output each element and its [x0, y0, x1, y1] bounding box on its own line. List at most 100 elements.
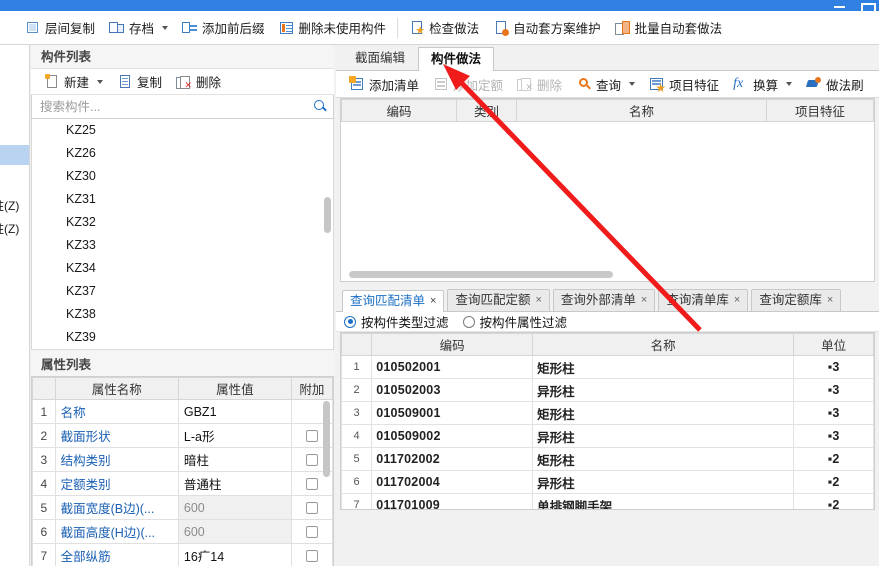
- new-component-button[interactable]: 新建: [37, 69, 110, 95]
- copy-component-button[interactable]: 复制: [110, 69, 169, 95]
- close-icon[interactable]: ×: [430, 291, 436, 312]
- query-tab-match-list[interactable]: 查询匹配清单 ×: [342, 290, 445, 312]
- ribbon-item-check-method[interactable]: ★ 检查做法: [402, 15, 486, 41]
- property-value[interactable]: L-a形: [177, 423, 292, 448]
- chevron-down-icon[interactable]: [97, 79, 104, 84]
- chevron-down-icon[interactable]: [162, 25, 169, 30]
- list-item[interactable]: KZ30: [32, 165, 333, 188]
- query-tab-list-library[interactable]: 查询清单库 ×: [658, 289, 749, 311]
- component-method-hscrollbar[interactable]: [349, 271, 613, 278]
- close-icon[interactable]: ×: [827, 290, 833, 311]
- list-item[interactable]: KZ26: [32, 142, 333, 165]
- property-value[interactable]: 600: [177, 519, 292, 544]
- component-list-title: 构件列表: [31, 45, 334, 69]
- attach-checkbox[interactable]: [305, 430, 318, 443]
- table-row[interactable]: 1 名称 GBZ1: [32, 399, 333, 424]
- list-item[interactable]: KZ39: [32, 326, 333, 349]
- table-row[interactable]: 5 截面宽度(B边)(... 600: [32, 495, 333, 520]
- ribbon-item-auto-scheme-maintain[interactable]: 自动套方案维护: [486, 15, 608, 41]
- row-code: 010502001: [371, 355, 534, 379]
- close-icon[interactable]: ×: [734, 290, 740, 311]
- table-row[interactable]: 4 定额类别 普通柱: [32, 471, 333, 496]
- search-input[interactable]: [38, 98, 314, 115]
- property-list[interactable]: 属性名称 属性值 附加 1 名称 GBZ1 2 截面形状 L-a形 3 结构类别…: [31, 376, 334, 566]
- tab-component-method[interactable]: 构件做法: [418, 47, 495, 71]
- delete-component-button[interactable]: ✕ 删除: [169, 69, 228, 95]
- col-header-name: 名称: [516, 99, 767, 122]
- table-row[interactable]: 1 010502001 矩形柱 ▪3: [341, 355, 874, 379]
- tab-section-edit[interactable]: 截面编辑: [342, 46, 418, 70]
- attach-checkbox[interactable]: [305, 526, 318, 539]
- table-row[interactable]: 7 011701009 单排钢脚手架 ▪2: [341, 493, 874, 509]
- ribbon-item-copy-between-floors[interactable]: 层间复制: [18, 15, 102, 41]
- table-row[interactable]: 6 截面高度(H边)(... 600: [32, 519, 333, 544]
- property-value[interactable]: 600: [177, 495, 292, 520]
- radio-label: 按构件类型过滤: [361, 316, 449, 330]
- table-row[interactable]: 4 010509002 异形柱 ▪3: [341, 424, 874, 448]
- table-row[interactable]: 3 结构类别 暗柱: [32, 447, 333, 472]
- ribbon-item-delete-unused[interactable]: 删除未使用构件: [272, 15, 394, 41]
- property-value[interactable]: 普通柱: [177, 471, 292, 496]
- navigation-tree-strip[interactable]: 柱(Z) 柱(Z): [0, 45, 30, 566]
- query-button[interactable]: 查询: [569, 71, 642, 97]
- attach-checkbox[interactable]: [305, 550, 318, 563]
- add-list-button[interactable]: 添加清单: [342, 71, 426, 97]
- ribbon-item-archive[interactable]: 存档: [102, 15, 175, 41]
- list-item[interactable]: KZ33: [32, 234, 333, 257]
- search-icon[interactable]: [314, 100, 327, 113]
- project-feature-button[interactable]: ★ 项目特征: [642, 71, 726, 97]
- property-value[interactable]: 16⽧14: [177, 543, 292, 566]
- chevron-down-icon[interactable]: [786, 82, 793, 86]
- chevron-down-icon[interactable]: [629, 82, 636, 86]
- table-row[interactable]: 5 011702002 矩形柱 ▪2: [341, 447, 874, 471]
- list-item[interactable]: KZ37: [32, 280, 333, 303]
- list-item[interactable]: KZ31: [32, 188, 333, 211]
- maximize-button[interactable]: [860, 1, 876, 15]
- ribbon-item-batch-auto-method[interactable]: 批量自动套做法: [608, 15, 730, 41]
- query-tab-match-quota[interactable]: 查询匹配定额 ×: [447, 289, 550, 311]
- attach-checkbox[interactable]: [305, 502, 318, 515]
- table-row[interactable]: 7 全部纵筋 16⽧14: [32, 543, 333, 566]
- search-component-box[interactable]: [31, 95, 334, 119]
- close-icon[interactable]: ×: [641, 290, 647, 311]
- component-method-grid[interactable]: 编码 类别 名称 项目特征: [340, 98, 875, 282]
- list-item[interactable]: KZ34: [32, 257, 333, 280]
- query-result-table: 编码 名称 单位 1 010502001 矩形柱 ▪3 2 010502003: [341, 333, 874, 509]
- table-row[interactable]: 2 010502003 异形柱 ▪3: [341, 378, 874, 402]
- list-item[interactable]: KZ38: [32, 303, 333, 326]
- query-tab-external-list[interactable]: 查询外部清单 ×: [552, 289, 656, 311]
- row-code: 010509002: [371, 424, 534, 448]
- minimize-button[interactable]: [833, 1, 846, 11]
- property-value[interactable]: 暗柱: [177, 447, 292, 472]
- table-header-row: 编码 名称 单位: [341, 333, 874, 356]
- tree-item[interactable]: 柱(Z): [0, 220, 19, 237]
- component-list-scrollbar[interactable]: [324, 197, 331, 233]
- convert-button[interactable]: fx 换算: [726, 71, 799, 97]
- attach-checkbox[interactable]: [305, 454, 318, 467]
- ribbon-item-add-affix[interactable]: 添加前后缀: [175, 15, 272, 41]
- table-row[interactable]: 3 010509001 矩形柱 ▪3: [341, 401, 874, 425]
- property-list-scrollbar[interactable]: [323, 401, 330, 477]
- close-icon[interactable]: ×: [535, 290, 541, 311]
- component-list[interactable]: KZ25 KZ26 KZ30 KZ31 KZ32 KZ33 KZ34 KZ37 …: [31, 119, 334, 350]
- filter-by-component-attribute[interactable]: 按构件属性过滤: [462, 312, 567, 331]
- attach-checkbox[interactable]: [305, 478, 318, 491]
- row-unit: ▪3: [793, 401, 874, 425]
- col-header-code: 编码: [341, 99, 457, 122]
- method-brush-button[interactable]: 做法刷: [799, 71, 871, 97]
- col-header-name: 名称: [532, 333, 795, 356]
- button-label: 添加定额: [453, 78, 504, 93]
- filter-by-component-type[interactable]: 按构件类型过滤: [344, 312, 449, 331]
- list-item[interactable]: KZ32: [32, 211, 333, 234]
- radio-icon[interactable]: [462, 315, 475, 328]
- radio-icon[interactable]: [344, 315, 356, 328]
- table-row[interactable]: 2 截面形状 L-a形: [32, 423, 333, 448]
- row-index: 6: [32, 519, 56, 544]
- query-result-grid[interactable]: 编码 名称 单位 1 010502001 矩形柱 ▪3 2 010502003: [340, 332, 875, 510]
- table-row[interactable]: 6 011702004 异形柱 ▪2: [341, 470, 874, 494]
- ribbon-item-label: 删除未使用构件: [298, 22, 387, 36]
- tree-item[interactable]: 柱(Z): [0, 197, 19, 214]
- query-tab-quota-library[interactable]: 查询定额库 ×: [751, 289, 842, 311]
- list-item[interactable]: KZ25: [32, 119, 333, 142]
- property-value[interactable]: GBZ1: [177, 399, 292, 424]
